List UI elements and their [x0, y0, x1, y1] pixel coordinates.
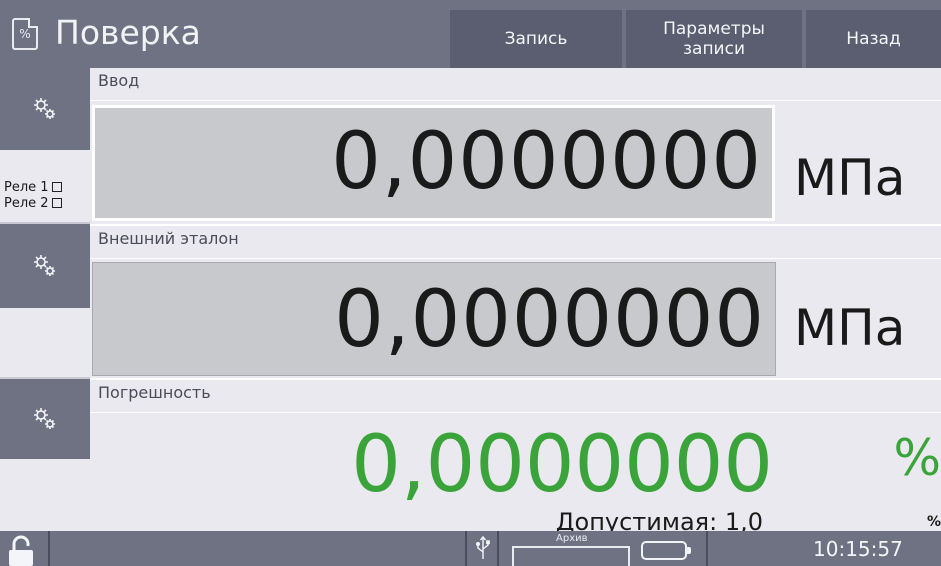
- gear-icon: [34, 98, 55, 119]
- divider: [465, 531, 467, 566]
- page-title: Поверка: [55, 13, 201, 52]
- relay-1-indicator: Реле 1: [4, 180, 62, 196]
- usb-icon: [476, 535, 490, 559]
- relay-1-checkbox: [51, 182, 62, 192]
- record-params-label-line2: записи: [682, 39, 745, 59]
- percent-file-icon: %: [12, 18, 38, 50]
- divider: [90, 258, 941, 259]
- back-button[interactable]: Назад: [806, 10, 941, 68]
- divider: [90, 100, 941, 101]
- tolerance-unit: %: [926, 514, 941, 530]
- record-button[interactable]: Запись: [450, 10, 622, 68]
- clock: 10:15:57: [813, 537, 903, 561]
- status-bar: Архив 10:15:57: [0, 531, 941, 566]
- input-value-box[interactable]: 0,0000000: [92, 105, 775, 221]
- input-unit: МПа: [794, 149, 906, 207]
- left-column: Реле 1 Реле 2: [0, 68, 90, 531]
- battery-icon: [641, 541, 691, 560]
- relay-1-label: Реле 1: [4, 180, 49, 195]
- divider: [706, 531, 708, 566]
- error-unit: %: [893, 429, 941, 487]
- header-bar: % Поверка Запись Параметры записи Назад: [0, 0, 941, 68]
- input-settings-button[interactable]: [0, 68, 90, 150]
- lock-icon[interactable]: [6, 534, 36, 566]
- input-panel: Ввод 0,0000000 МПа: [90, 68, 941, 224]
- divider: [90, 412, 941, 413]
- reference-panel: Внешний эталон 0,0000000 МПа: [90, 226, 941, 378]
- reference-value: 0,0000000: [334, 275, 765, 365]
- archive-label: Архив: [556, 533, 588, 544]
- gear-icon: [34, 408, 55, 429]
- reference-unit: МПа: [794, 299, 906, 357]
- input-value: 0,0000000: [331, 117, 762, 207]
- error-value: 0,0000000: [351, 420, 773, 510]
- input-title: Ввод: [98, 71, 140, 90]
- record-button-label: Запись: [504, 29, 568, 49]
- divider: [497, 531, 499, 566]
- archive-progress-bar: [512, 546, 630, 566]
- relay-2-checkbox: [51, 198, 62, 208]
- gear-icon: [34, 255, 55, 276]
- reference-value-box[interactable]: 0,0000000: [92, 262, 776, 376]
- reference-settings-button[interactable]: [0, 224, 90, 308]
- error-settings-button[interactable]: [0, 379, 90, 459]
- relay-2-indicator: Реле 2: [4, 196, 62, 212]
- back-button-label: Назад: [846, 29, 901, 49]
- record-params-label-line1: Параметры: [663, 19, 765, 39]
- error-panel: Погрешность 0,0000000 % Допустимая: 1,0 …: [90, 380, 941, 536]
- divider: [48, 531, 50, 566]
- reference-title: Внешний эталон: [98, 229, 239, 248]
- record-params-button[interactable]: Параметры записи: [626, 10, 802, 68]
- error-title: Погрешность: [98, 383, 211, 402]
- relay-2-label: Реле 2: [4, 196, 49, 211]
